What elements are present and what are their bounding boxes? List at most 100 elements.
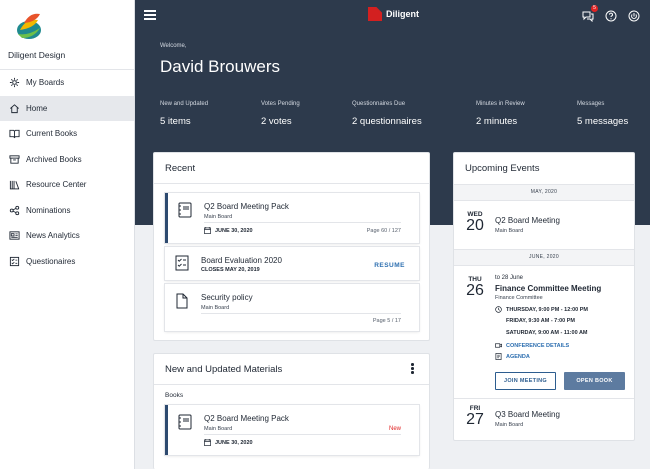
item-title: Security policy <box>201 293 253 302</box>
power-icon[interactable] <box>628 9 640 22</box>
event-subtitle: Main Board <box>495 422 524 428</box>
help-icon[interactable] <box>605 9 617 22</box>
stat-value: 2 votes <box>261 116 292 127</box>
item-title: Q2 Board Meeting Pack <box>204 414 289 423</box>
event-date: FRI 27 <box>464 405 486 428</box>
item-subtitle: Main Board <box>204 214 233 220</box>
agenda-link[interactable]: AGENDA <box>495 353 530 360</box>
menu-icon[interactable] <box>144 10 156 20</box>
clock-icon <box>495 306 502 313</box>
stat-value: 5 items <box>160 116 191 127</box>
sidebar-nav: My Boards Home Current Books Archived Bo… <box>0 70 134 274</box>
month-header: MAY, 2020 <box>454 184 634 201</box>
sidebar-item-label: Home <box>26 103 48 113</box>
checklist-doc-icon <box>175 255 189 271</box>
events-card: Upcoming Events MAY, 2020 WED 20 Q2 Boar… <box>453 152 635 441</box>
divider <box>154 384 429 385</box>
stat-value: 2 questionnaires <box>352 116 422 127</box>
event-day: 20 <box>466 217 484 234</box>
divider <box>204 434 401 435</box>
sidebar-item-my-boards[interactable]: My Boards <box>0 70 134 96</box>
recent-item-security-policy[interactable]: Security policy Main Board Page 5 / 17 <box>165 284 419 331</box>
stat-label: Votes Pending <box>261 101 300 107</box>
stat-label: Messages <box>577 101 605 107</box>
more-options-icon[interactable] <box>411 363 415 375</box>
recent-item-evaluation[interactable]: Board Evaluation 2020 CLOSES MAY 20, 201… <box>165 247 419 280</box>
stat-questionnaires-due[interactable]: Questionnaires Due 2 questionnaires <box>352 101 422 127</box>
sidebar-item-archived-books[interactable]: Archived Books <box>0 147 134 173</box>
sidebar-item-news-analytics[interactable]: News Analytics <box>0 223 134 249</box>
sidebar-item-resource-center[interactable]: Resource Center <box>0 172 134 198</box>
diligent-design-logo <box>17 13 41 39</box>
agenda-text: AGENDA <box>506 353 530 360</box>
stat-minutes-review[interactable]: Minutes in Review 2 minutes <box>476 101 525 127</box>
event-date: THU 26 <box>464 276 486 299</box>
app-name: Diligent <box>386 9 419 19</box>
sidebar-item-nominations[interactable]: Nominations <box>0 198 134 224</box>
open-book-button[interactable]: OPEN BOOK <box>564 372 625 390</box>
sidebar-item-questionaires[interactable]: Questionaires <box>0 249 134 275</box>
conference-details-text: CONFERENCE DETAILS <box>506 342 570 349</box>
stat-label: Questionnaires Due <box>352 101 406 107</box>
stat-label: Minutes in Review <box>476 101 525 107</box>
book-open-icon <box>8 128 20 140</box>
month-header: JUNE, 2020 <box>454 249 634 266</box>
event-title[interactable]: Q3 Board Meeting <box>495 410 560 419</box>
event-title[interactable]: Q2 Board Meeting <box>495 216 560 225</box>
item-date: JUNE 30, 2020 <box>204 439 253 446</box>
agenda-icon <box>495 353 502 360</box>
recent-card: Recent Q2 Board Meeting Pack Main Board … <box>153 152 430 341</box>
item-title: Q2 Board Meeting Pack <box>204 202 289 211</box>
sidebar-item-label: My Boards <box>26 78 65 88</box>
boards-icon <box>8 77 20 89</box>
stat-label: New and Updated <box>160 101 209 107</box>
item-title: Board Evaluation 2020 <box>201 256 282 265</box>
checklist-icon <box>8 255 20 267</box>
recent-title: Recent <box>165 163 196 174</box>
sidebar-item-home[interactable]: Home <box>0 95 134 121</box>
stat-votes-pending[interactable]: Votes Pending 2 votes <box>261 101 300 127</box>
materials-title: New and Updated Materials <box>165 364 283 375</box>
resume-button[interactable]: RESUME <box>374 262 405 269</box>
nominations-icon <box>8 204 20 216</box>
divider <box>204 222 401 223</box>
stat-value: 2 minutes <box>476 116 518 127</box>
event-time-text: SATURDAY, 9:00 AM - 11:00 AM <box>506 330 588 336</box>
sidebar-item-label: Questionaires <box>26 256 76 266</box>
stat-new-updated[interactable]: New and Updated 5 items <box>160 101 208 127</box>
material-item-board-pack[interactable]: Q2 Board Meeting Pack Main Board JUNE 30… <box>165 405 419 455</box>
item-date-text: JUNE 30, 2020 <box>215 439 253 446</box>
news-icon <box>8 230 20 242</box>
welcome-text: Welcome, <box>160 43 187 49</box>
section-label: Books <box>165 392 184 399</box>
divider <box>201 313 401 314</box>
event-title[interactable]: Finance Committee Meeting <box>495 284 601 293</box>
sidebar-item-label: Nominations <box>26 205 71 215</box>
sidebar-item-label: Archived Books <box>26 154 82 164</box>
join-meeting-button[interactable]: JOIN MEETING <box>495 372 556 390</box>
item-closes: CLOSES MAY 20, 2019 <box>201 267 260 273</box>
calendar-icon <box>204 227 211 234</box>
event-time: THURSDAY, 9:00 PM - 12:00 PM <box>495 306 588 313</box>
sidebar: Diligent Design My Boards Home Current B… <box>0 0 135 469</box>
calendar-icon <box>204 439 211 446</box>
divider <box>154 183 429 184</box>
item-subtitle: Main Board <box>201 305 230 311</box>
diligent-mark-icon <box>368 7 382 21</box>
brand-name: Diligent Design <box>8 50 66 60</box>
brand: Diligent Design <box>0 0 134 70</box>
sidebar-item-label: Current Books <box>26 129 78 139</box>
home-icon <box>8 102 20 114</box>
event-date: WED 20 <box>464 211 486 234</box>
header-actions: 5 <box>582 5 640 23</box>
item-page: Page 5 / 17 <box>372 318 401 324</box>
sidebar-item-current-books[interactable]: Current Books <box>0 121 134 147</box>
conference-details-link[interactable]: CONFERENCE DETAILS <box>495 342 569 349</box>
messages-icon[interactable]: 5 <box>582 5 598 23</box>
archive-icon <box>8 153 20 165</box>
recent-item-board-pack[interactable]: Q2 Board Meeting Pack Main Board JUNE 30… <box>165 193 419 243</box>
item-date-text: JUNE 30, 2020 <box>215 227 253 234</box>
video-icon <box>495 343 502 348</box>
sidebar-item-label: Resource Center <box>26 180 87 190</box>
stat-messages[interactable]: Messages 5 messages <box>577 101 628 127</box>
